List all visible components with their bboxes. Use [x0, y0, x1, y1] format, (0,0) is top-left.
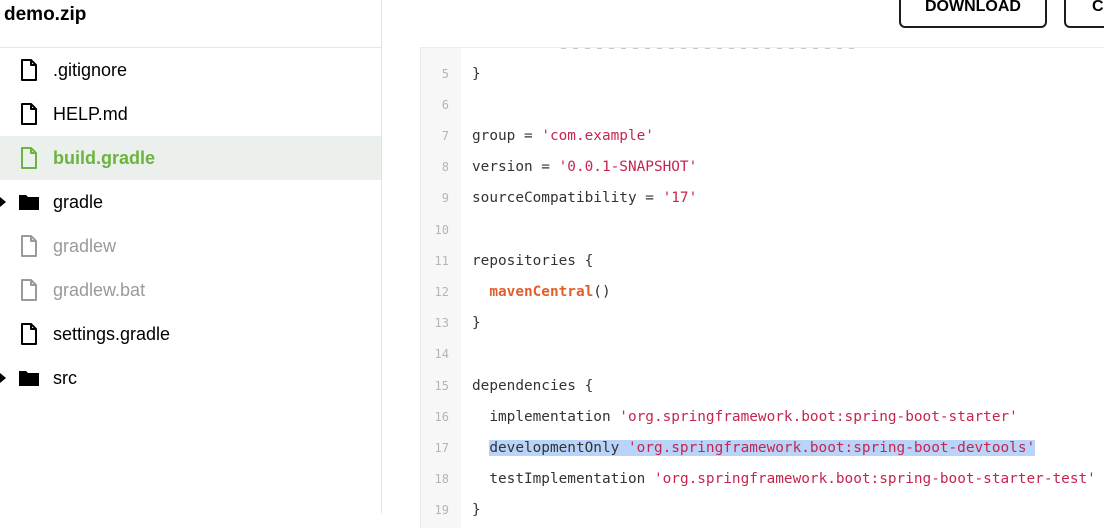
line-number: 6 [441, 97, 449, 112]
file-icon [18, 102, 40, 126]
code-viewer[interactable]: 5} 6 7 group = 'com.example' 8 version = '0.0… [420, 47, 1104, 528]
line-number: 16 [434, 409, 449, 424]
tree-item-build-gradle[interactable]: build.gradle [0, 136, 381, 180]
file-icon [18, 322, 40, 346]
tree-item-label: gradlew [53, 235, 117, 256]
tree-item-gradle[interactable]: gradle [0, 180, 381, 224]
code-text: sourceCompatibility = '17' [472, 190, 698, 207]
tree-item-gradlew-bat[interactable]: gradlew.bat [0, 268, 381, 312]
line-number: 9 [441, 191, 449, 206]
tree-item-label: build.gradle [53, 147, 156, 168]
tree-item-src[interactable]: src [0, 356, 381, 400]
line-number: 5 [441, 66, 449, 81]
line-number: 12 [434, 284, 449, 299]
code-text: mavenCentral() [489, 283, 611, 300]
file-icon [18, 58, 40, 82]
file-icon [18, 234, 40, 258]
file-icon [18, 278, 40, 302]
tree-item-label: settings.gradle [53, 323, 171, 344]
code-line: 11 repositories { [421, 245, 1104, 276]
folder-icon [18, 190, 40, 214]
folder-icon [18, 366, 40, 390]
code-line: 10 [421, 214, 1104, 245]
code-text: testImplementation 'org.springframework.… [472, 471, 1096, 488]
code-line: 19} [421, 495, 1104, 526]
download-button[interactable]: DOWNLOAD [899, 0, 1047, 28]
code-text: implementation 'org.springframework.boot… [472, 408, 1018, 425]
code-line: 8 version = '0.0.1-SNAPSHOT' [421, 152, 1104, 183]
code-line: 9 sourceCompatibility = '17' [421, 183, 1104, 214]
code-line: 15 dependencies { [421, 370, 1104, 401]
file-icon [18, 146, 40, 170]
tree-item-settings-gradle[interactable]: settings.gradle [0, 312, 381, 356]
code-text: } [472, 315, 481, 332]
line-number: 11 [434, 253, 449, 268]
code-line: 12 mavenCentral() [421, 276, 1104, 307]
tree-item-label: HELP.md [53, 103, 128, 124]
code-line: 5} [421, 58, 1104, 89]
tree-item-label: .gitignore [53, 59, 128, 80]
tree-item-label: gradlew.bat [53, 279, 146, 300]
tree-item-label: src [53, 367, 77, 388]
line-number: 14 [434, 347, 449, 362]
code-text: developmentOnly 'org.springframework.boo… [472, 439, 1036, 456]
line-number: 15 [434, 378, 449, 393]
line-number: 7 [441, 128, 449, 143]
sidebar-header: demo.zip [0, 0, 381, 48]
scrolled-line-remnant [561, 48, 861, 49]
text-selection: developmentOnly 'org.springframework.boo… [489, 439, 1036, 456]
code-line: 17 developmentOnly 'org.springframework.… [421, 432, 1104, 463]
line-number: 13 [434, 316, 449, 331]
code-line: 7 group = 'com.example' [421, 120, 1104, 151]
tree-item-gradlew[interactable]: gradlew [0, 224, 381, 268]
code-text: repositories { [472, 252, 594, 269]
code-line: 6 [421, 89, 1104, 120]
copy-button[interactable]: CO [1064, 0, 1104, 28]
file-tree-sidebar: demo.zip .gitignore HELP.md build.gradle gr… [0, 0, 382, 513]
expand-arrow-icon[interactable] [0, 197, 6, 207]
code-text: group = 'com.example' [472, 127, 654, 144]
code-line: 14 [421, 339, 1104, 370]
archive-title: demo.zip [4, 4, 87, 25]
tree-item-label: gradle [53, 191, 104, 212]
tree-item-gitignore[interactable]: .gitignore [0, 48, 381, 92]
code-line: 13} [421, 308, 1104, 339]
code-text: version = '0.0.1-SNAPSHOT' [472, 159, 698, 176]
line-number: 8 [441, 160, 449, 175]
code-line: 18 testImplementation 'org.springframewo… [421, 464, 1104, 495]
code-text: } [472, 65, 481, 82]
file-tree: .gitignore HELP.md build.gradle gradle gradl… [0, 48, 381, 400]
line-number: 17 [434, 440, 449, 455]
line-number: 10 [434, 222, 449, 237]
line-number: 19 [434, 503, 449, 518]
expand-arrow-icon[interactable] [0, 373, 6, 383]
code-line: 16 implementation 'org.springframework.b… [421, 401, 1104, 432]
line-number: 18 [434, 472, 449, 487]
code-text: } [472, 502, 481, 519]
tree-item-help-md[interactable]: HELP.md [0, 92, 381, 136]
code-text: dependencies { [472, 377, 594, 394]
